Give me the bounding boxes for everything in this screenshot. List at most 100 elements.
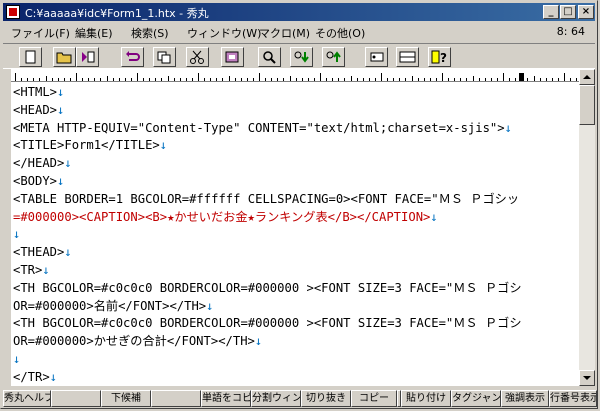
- editor-line[interactable]: <TITLE>Form1</TITLE>↓: [13, 136, 167, 155]
- ruler-tick: [326, 78, 328, 81]
- editor-line-text: <THEAD>: [13, 245, 65, 260]
- fkey-7[interactable]: 切り抜き: [301, 390, 351, 407]
- fkey-9[interactable]: 貼り付け: [401, 390, 451, 407]
- window-title: C:¥aaaaa¥idc¥Form1_1.htx - 秀丸: [25, 7, 209, 20]
- scissors-icon: [190, 50, 204, 64]
- editor-line-text: <HEAD>: [13, 102, 58, 117]
- editor-line[interactable]: ↓: [13, 350, 20, 369]
- ruler-tick: [527, 78, 529, 81]
- fkey-5[interactable]: 単語をコピー: [201, 390, 251, 407]
- find-prev-button[interactable]: [322, 47, 345, 67]
- ruler-tick: [265, 78, 267, 81]
- ruler-tick: [240, 78, 242, 81]
- fkey-1[interactable]: 秀丸ヘルプ: [3, 390, 51, 407]
- split-window-button[interactable]: [396, 47, 419, 67]
- ruler-tick: [350, 76, 352, 81]
- title-bar[interactable]: C:¥aaaaa¥idc¥Form1_1.htx - 秀丸 _ □ ×: [3, 3, 595, 21]
- find-next-button[interactable]: [290, 47, 313, 67]
- close-button[interactable]: ×: [578, 5, 594, 19]
- editor-line[interactable]: <THEAD>↓: [13, 243, 72, 262]
- maximize-button[interactable]: □: [560, 5, 576, 19]
- scroll-up-button[interactable]: [579, 69, 595, 85]
- editor-line[interactable]: <META HTTP-EQUIV="Content-Type" CONTENT=…: [13, 119, 512, 138]
- svg-text:?: ?: [440, 51, 447, 65]
- search-icon: [263, 51, 276, 64]
- ruler-tick: [320, 73, 321, 81]
- ruler-tick: [454, 78, 456, 81]
- fkey-10[interactable]: タグジャンプ: [451, 390, 501, 407]
- text-editor[interactable]: <HTML>↓ <HEAD>↓ <META HTTP-EQUIV="Content-…: [11, 82, 579, 386]
- ruler-tick: [88, 78, 90, 81]
- editor-line[interactable]: <TABLE BORDER=1 BGCOLOR=#ffffff CELLSPAC…: [13, 190, 519, 209]
- menu-window[interactable]: ウィンドウ(W): [187, 25, 261, 41]
- ruler-tick: [27, 78, 29, 81]
- ruler-tick: [545, 78, 547, 81]
- editor-line-text: <BODY>: [13, 174, 58, 188]
- ruler-tick: [490, 78, 492, 81]
- ruler-tick: [466, 78, 468, 81]
- ruler-tick: [234, 78, 236, 81]
- editor-line[interactable]: <HTML>↓: [13, 83, 64, 102]
- fkey-4[interactable]: [151, 390, 201, 407]
- ruler-tick: [313, 78, 315, 81]
- fkey-3[interactable]: 下候補: [101, 390, 151, 407]
- ruler-tick: [179, 78, 181, 81]
- ruler-tick: [551, 78, 553, 81]
- paste-button[interactable]: [221, 47, 244, 67]
- menu-file[interactable]: ファイル(F): [11, 25, 70, 41]
- ruler-tick: [405, 78, 407, 81]
- ruler-tick: [204, 78, 206, 81]
- help-button[interactable]: ?: [428, 47, 451, 67]
- ruler-tick: [222, 78, 224, 81]
- new-file-button[interactable]: [19, 47, 42, 67]
- menu-edit[interactable]: 編集(E): [75, 25, 113, 41]
- fkey-12[interactable]: 行番号表示: [549, 390, 597, 407]
- vertical-scrollbar[interactable]: [579, 69, 595, 386]
- editor-line-text: <TR>: [13, 263, 43, 277]
- ruler-tick: [295, 78, 297, 81]
- fkey-2[interactable]: [51, 390, 101, 407]
- open-file-button[interactable]: [53, 47, 76, 67]
- line-end-mark: ↓: [254, 334, 263, 349]
- menu-macro[interactable]: マクロ(M): [259, 25, 310, 41]
- ruler-tick: [173, 78, 175, 81]
- editor-line[interactable]: OR=#000000>かせぎの合計</FONT></TH>↓: [13, 332, 262, 351]
- ruler-tick: [539, 78, 541, 81]
- editor-line[interactable]: </HEAD>↓: [13, 154, 72, 173]
- save-button[interactable]: [76, 47, 99, 67]
- editor-line[interactable]: <TR>↓: [13, 261, 50, 280]
- editor-line[interactable]: ↓: [13, 225, 20, 244]
- line-end-mark: ↓: [57, 102, 65, 117]
- menu-other[interactable]: その他(O): [315, 25, 365, 41]
- fkey-6[interactable]: 分割ウィンドウ: [251, 390, 301, 407]
- fkey-11[interactable]: 強調表示: [501, 390, 549, 407]
- tag-jump-icon: [370, 52, 384, 62]
- ruler-tick: [161, 78, 163, 81]
- ruler-column-marker: [519, 73, 524, 81]
- editor-line[interactable]: <TH BGCOLOR=#c0c0c0 BORDERCOLOR=#000000 …: [13, 314, 522, 333]
- editor-line[interactable]: =#000000><CAPTION><B>★かせいだお金★ランキング表</B><…: [13, 208, 438, 227]
- search-button[interactable]: [258, 47, 281, 67]
- fkey-8[interactable]: コピー: [351, 390, 397, 407]
- minimize-button[interactable]: _: [543, 5, 559, 19]
- arrow-down-icon: [583, 376, 591, 380]
- scroll-down-button[interactable]: [579, 370, 595, 386]
- editor-line[interactable]: OR=#000000>名前</FONT></TH>↓: [13, 297, 213, 316]
- menu-search[interactable]: 検索(S): [131, 25, 169, 41]
- editor-line[interactable]: <TH BGCOLOR=#c0c0c0 BORDERCOLOR=#000000 …: [13, 279, 522, 298]
- tag-jump-button[interactable]: [365, 47, 388, 67]
- ruler-tick: [57, 78, 59, 81]
- editor-line[interactable]: </TR>↓: [13, 368, 57, 386]
- ruler-tick: [118, 78, 120, 81]
- editor-line[interactable]: <BODY>↓: [13, 172, 64, 191]
- ruler-tick: [503, 73, 504, 81]
- copy-button[interactable]: [153, 47, 176, 67]
- undo-button[interactable]: [121, 47, 144, 67]
- line-end-mark: ↓: [504, 120, 512, 135]
- hidemaru-app-icon[interactable]: [6, 5, 20, 19]
- editor-line-text: OR=#000000>かせぎの合計</FONT></TH>: [13, 334, 255, 349]
- editor-line[interactable]: <HEAD>↓: [13, 101, 64, 120]
- ruler-tick: [344, 78, 346, 81]
- cut-button[interactable]: [186, 47, 209, 67]
- scroll-thumb[interactable]: [579, 85, 595, 125]
